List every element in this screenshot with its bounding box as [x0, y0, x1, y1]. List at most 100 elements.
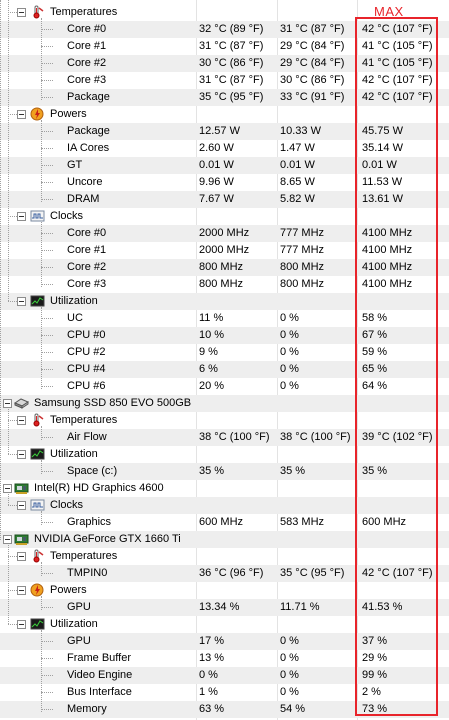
sensor-value-min: 29 °C (84 °F): [280, 40, 345, 52]
sensor-name: Uncore: [67, 176, 103, 188]
sensor-name: UC: [67, 312, 83, 324]
sensor-value-min: 0 %: [280, 635, 299, 647]
sensor-name: Core #2: [67, 261, 107, 273]
tree-branch-line: [8, 590, 17, 591]
sensor-value-current: 38 °C (100 °F): [199, 431, 270, 443]
sensor-value-min: 0 %: [280, 346, 299, 358]
tree-branch-line: [8, 454, 17, 455]
tree-guide-line: [41, 562, 42, 576]
sensor-value-min: 10.33 W: [280, 125, 321, 137]
sensor-name: Core #0: [67, 23, 107, 35]
sensor-value-min: 0 %: [280, 363, 299, 375]
sensor-name: Core #1: [67, 244, 107, 256]
sensor-name: GT: [67, 159, 83, 171]
sensor-value-current: 30 °C (86 °F): [199, 57, 264, 69]
tree-branch-line: [41, 182, 53, 183]
sensor-name: GPU: [67, 601, 91, 613]
collapse-toggle[interactable]: [17, 586, 26, 595]
tree-branch-line: [8, 114, 17, 115]
sensor-value-current: 2000 MHz: [199, 244, 250, 256]
sensor-value-min: 0 %: [280, 329, 299, 341]
sensor-value-min: 0 %: [280, 380, 299, 392]
sensor-name: IA Cores: [67, 142, 110, 154]
tree-branch-line: [41, 199, 53, 200]
sensor-value-min: 800 MHz: [280, 261, 325, 273]
group-name: Utilization: [50, 618, 98, 630]
collapse-toggle[interactable]: [3, 484, 12, 493]
sensor-name: Core #1: [67, 40, 107, 52]
sensor-name: Frame Buffer: [67, 652, 131, 664]
tree-branch-line: [41, 352, 53, 353]
collapse-toggle[interactable]: [17, 110, 26, 119]
sensor-value-min: 583 MHz: [280, 516, 325, 528]
collapse-toggle[interactable]: [17, 620, 26, 629]
device-name: Intel(R) HD Graphics 4600: [34, 482, 164, 494]
sensor-name: Package: [67, 125, 110, 137]
tree-branch-line: [8, 624, 17, 625]
sensor-value-min: 777 MHz: [280, 244, 325, 256]
sensor-value-min: 777 MHz: [280, 227, 325, 239]
tree-branch-line: [41, 522, 53, 523]
tree-branch-line: [41, 63, 53, 64]
tree-guide-line: [8, 494, 9, 505]
collapse-toggle[interactable]: [17, 501, 26, 510]
group-name: Utilization: [50, 295, 98, 307]
sensor-value-min: 38 °C (100 °F): [280, 431, 351, 443]
collapse-toggle[interactable]: [17, 212, 26, 221]
tree-guide-line: [41, 222, 42, 287]
sensor-value-current: 9.96 W: [199, 176, 234, 188]
sensor-value-min: 11.71 %: [280, 601, 320, 613]
tree-guide-line: [41, 120, 42, 202]
group-name: Powers: [50, 584, 87, 596]
collapse-toggle[interactable]: [17, 297, 26, 306]
sensor-value-current: 17 %: [199, 635, 225, 647]
tree-branch-line: [8, 505, 17, 506]
collapse-toggle[interactable]: [17, 552, 26, 561]
tree-branch-line: [8, 12, 17, 13]
utilization-icon: [30, 294, 45, 308]
tree-branch-line: [41, 369, 53, 370]
tree-branch-line: [8, 556, 17, 557]
thermometer-icon: [30, 5, 45, 19]
tree-branch-line: [41, 80, 53, 81]
sensor-name: Air Flow: [67, 431, 107, 443]
max-annotation-label: MAX: [374, 4, 404, 19]
sensor-value-current: 6 %: [199, 363, 218, 375]
tree-guide-line: [41, 426, 42, 440]
tree-branch-line: [41, 675, 53, 676]
sensor-name: Space (c:): [67, 465, 118, 477]
collapse-toggle[interactable]: [17, 8, 26, 17]
sensor-value-current: 0 %: [199, 669, 218, 681]
collapse-toggle[interactable]: [3, 535, 12, 544]
tree-branch-line: [41, 641, 53, 642]
utilization-icon: [30, 447, 45, 461]
tree-root-line: [0, 0, 1, 540]
tree-guide-line: [41, 630, 42, 712]
sensor-value-min: 8.65 W: [280, 176, 315, 188]
sensor-value-current: 35 °C (95 °F): [199, 91, 264, 103]
sensor-value-current: 800 MHz: [199, 261, 244, 273]
collapse-toggle[interactable]: [3, 399, 12, 408]
sensor-value-min: 35 %: [280, 465, 306, 477]
group-name: Clocks: [50, 499, 84, 511]
sensor-name: Memory: [67, 703, 107, 715]
thermometer-icon: [30, 549, 45, 563]
sensor-name: DRAM: [67, 193, 100, 205]
collapse-toggle[interactable]: [17, 450, 26, 459]
tree-branch-line: [8, 216, 17, 217]
group-name: Utilization: [50, 448, 98, 460]
sensor-name: GPU: [67, 635, 91, 647]
tree-branch-line: [41, 250, 53, 251]
sensor-value-min: 0 %: [280, 669, 299, 681]
sensor-name: CPU #2: [67, 346, 106, 358]
sensor-value-min: 0 %: [280, 652, 299, 664]
utilization-icon: [30, 617, 45, 631]
tree-branch-line: [41, 437, 53, 438]
sensor-value-current: 13 %: [199, 652, 225, 664]
collapse-toggle[interactable]: [17, 416, 26, 425]
tree-branch-line: [41, 148, 53, 149]
tree-guide-line: [41, 596, 42, 610]
sensor-name: Bus Interface: [67, 686, 132, 698]
device-name: Samsung SSD 850 EVO 500GB: [34, 397, 192, 409]
sensor-name: CPU #4: [67, 363, 106, 375]
